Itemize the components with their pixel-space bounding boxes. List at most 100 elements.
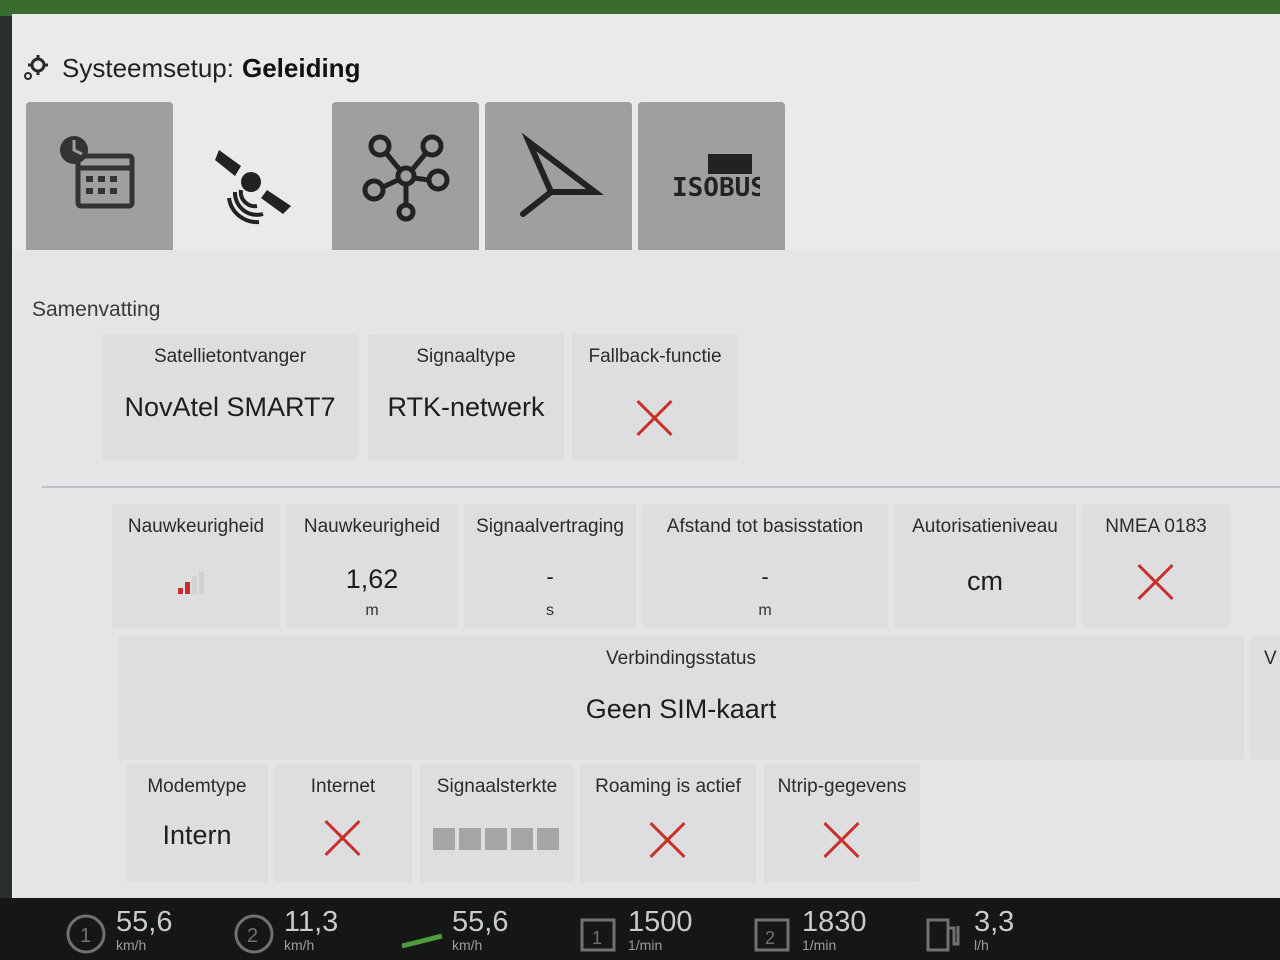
signal-bar xyxy=(511,828,533,850)
signal-bar xyxy=(485,828,507,850)
accuracy-bar-label: Nauwkeurigheid xyxy=(127,516,265,537)
connection-card-next: V xyxy=(1250,636,1280,760)
fallback-label: Fallback-functie xyxy=(588,346,722,367)
signal-delay-card: Signaalvertraging - s xyxy=(464,504,636,628)
status-speed-2: 2 11,3 km/h xyxy=(230,906,338,954)
internet-card: Internet xyxy=(274,764,412,882)
connection-card: Verbindingsstatus Geen SIM-kaart xyxy=(118,636,1244,760)
signal-type-card: Signaaltype RTK-netwerk xyxy=(368,334,564,460)
status-unit: km/h xyxy=(116,937,147,953)
status-value: 55,6 xyxy=(116,906,173,938)
status-unit: 1/min xyxy=(802,937,837,953)
svg-text:1: 1 xyxy=(592,928,602,948)
signal-bar xyxy=(459,828,481,850)
screen: Systeemsetup: Geleiding ISOBUS Samenvatt… xyxy=(12,14,1280,898)
divider xyxy=(42,486,1280,488)
base-distance-label: Afstand tot basisstation xyxy=(666,516,864,537)
accuracy-bar-card: Nauwkeurigheid xyxy=(112,504,280,628)
status-value: 55,6 xyxy=(452,906,509,938)
roaming-label: Roaming is actief xyxy=(595,776,741,797)
connection-next-label: V xyxy=(1264,648,1277,669)
svg-text:1: 1 xyxy=(80,925,91,947)
accuracy-card: Nauwkeurigheid 1,62 m xyxy=(286,504,458,628)
signal-strength-card: Signaalsterkte xyxy=(420,764,574,882)
connection-label: Verbindingsstatus xyxy=(606,648,756,669)
tab-network[interactable] xyxy=(332,102,479,250)
fallback-off-icon xyxy=(635,398,675,438)
implement-icon xyxy=(519,132,604,217)
fuel-icon xyxy=(926,918,960,952)
status-engine-1: 1 1500 1/min xyxy=(574,906,693,954)
page-title-prefix: Systeemsetup: xyxy=(62,52,234,83)
status-bar: 1 55,6 km/h 2 11,3 km/h 55,6 km/h 1 1500 1/m… xyxy=(0,898,1280,960)
nmea-label: NMEA 0183 xyxy=(1105,516,1207,537)
status-engine-2: 2 1830 1/min xyxy=(748,906,867,954)
tab-bar: ISOBUS xyxy=(26,102,785,262)
status-unit: km/h xyxy=(452,937,483,953)
base-distance-value: - xyxy=(761,564,769,589)
internet-label: Internet xyxy=(310,776,376,797)
signal-delay-value: - xyxy=(546,564,554,589)
auth-level-card: Autorisatieniveau cm xyxy=(894,504,1076,628)
roaming-card: Roaming is actief xyxy=(580,764,756,882)
status-value: 11,3 xyxy=(284,906,339,938)
modem-type-label: Modemtype xyxy=(147,776,247,797)
isobus-icon: ISOBUS xyxy=(672,154,760,203)
roaming-off-icon xyxy=(648,820,688,860)
accuracy-label: Nauwkeurigheid xyxy=(303,516,441,537)
signal-bar xyxy=(433,828,455,850)
tab-implement[interactable] xyxy=(485,102,632,250)
modem-type-value: Intern xyxy=(162,820,232,850)
gear-icon xyxy=(24,55,48,80)
status-speed-3: 55,6 km/h xyxy=(398,906,508,954)
signal-strength-bars xyxy=(433,828,559,850)
speedometer-2-icon: 2 xyxy=(234,914,274,954)
nmea-off-icon xyxy=(1136,562,1176,602)
satellite-icon xyxy=(214,150,291,225)
tractor-speed-icon xyxy=(401,933,443,949)
signal-strength-label: Signaalsterkte xyxy=(436,776,558,797)
accuracy-value: 1,62 xyxy=(345,564,399,594)
status-fuel: 3,3 l/h xyxy=(920,906,1014,954)
status-unit: km/h xyxy=(284,937,315,953)
status-unit: l/h xyxy=(974,937,989,953)
engine-1-icon: 1 xyxy=(580,918,616,952)
modem-type-card: Modemtype Intern xyxy=(126,764,268,882)
internet-off-icon xyxy=(323,818,363,858)
status-speed-1: 1 55,6 km/h xyxy=(62,906,172,954)
receiver-card: Satellietontvanger NovAtel SMART7 xyxy=(102,334,358,460)
signal-delay-label: Signaalvertraging xyxy=(476,516,624,537)
signal-delay-unit: s xyxy=(546,602,554,619)
auth-level-label: Autorisatieniveau xyxy=(912,516,1058,537)
connection-value: Geen SIM-kaart xyxy=(585,694,777,724)
speedometer-1-icon: 1 xyxy=(66,914,106,954)
accuracy-unit: m xyxy=(365,602,379,619)
svg-text:2: 2 xyxy=(765,928,775,948)
svg-text:ISOBUS: ISOBUS xyxy=(672,173,760,203)
content-panel: Samenvatting Satellietontvanger NovAtel … xyxy=(14,250,1280,898)
page-title: Geleiding xyxy=(241,52,361,83)
fallback-card: Fallback-functie xyxy=(572,334,738,460)
calendar-clock-icon xyxy=(59,136,134,209)
base-distance-card: Afstand tot basisstation - m xyxy=(642,504,888,628)
nmea-card: NMEA 0183 xyxy=(1082,504,1230,628)
svg-text:2: 2 xyxy=(247,925,258,947)
receiver-value: NovAtel SMART7 xyxy=(124,392,336,422)
network-icon xyxy=(362,134,449,222)
signal-type-value: RTK-netwerk xyxy=(387,392,545,422)
status-value: 1830 xyxy=(802,906,867,938)
signal-type-label: Signaaltype xyxy=(416,346,516,367)
tab-calendar[interactable] xyxy=(26,102,173,250)
receiver-label: Satellietontvanger xyxy=(153,346,307,367)
tab-isobus[interactable]: ISOBUS xyxy=(638,102,785,250)
ntrip-label: Ntrip-gegevens xyxy=(777,776,907,797)
ntrip-card: Ntrip-gegevens xyxy=(764,764,920,882)
section-title: Samenvatting xyxy=(32,298,161,321)
status-value: 1500 xyxy=(628,906,693,938)
accuracy-signal-icon xyxy=(178,572,204,594)
tab-guidance[interactable] xyxy=(179,102,326,262)
engine-2-icon: 2 xyxy=(754,918,790,952)
base-distance-unit: m xyxy=(758,602,772,619)
status-value: 3,3 xyxy=(974,906,1015,938)
title-bar: Systeemsetup: Geleiding xyxy=(22,48,360,88)
